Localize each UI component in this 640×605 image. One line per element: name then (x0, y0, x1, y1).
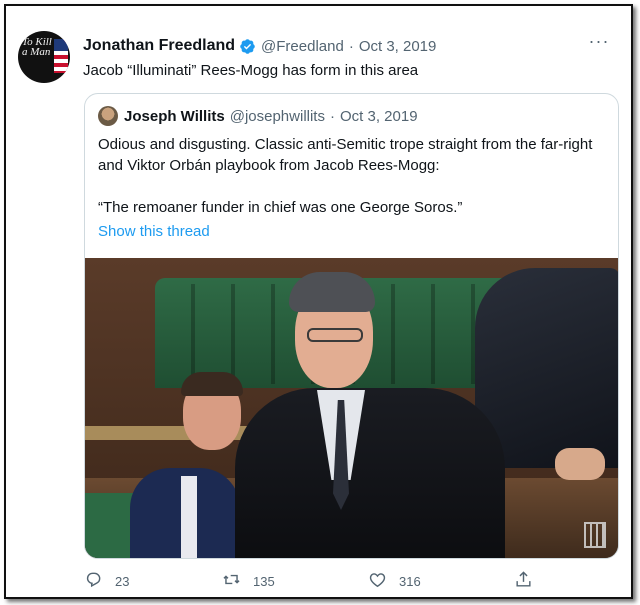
like-button[interactable]: 316 (368, 570, 421, 592)
retweet-count: 135 (253, 573, 275, 589)
quoted-tweet[interactable]: Joseph Willits @josephwillits · Oct 3, 2… (84, 93, 619, 559)
quote-text: Odious and disgusting. Classic anti-Semi… (98, 136, 593, 174)
share-icon (514, 570, 545, 592)
person-left-hair (181, 372, 243, 396)
separator-dot: · (329, 107, 335, 125)
speaker-body (235, 388, 505, 558)
author-name[interactable]: Jonathan Freedland (83, 37, 235, 55)
verified-badge-icon (239, 38, 256, 55)
quote-quoted-line: “The remoaner funder in chief was one Ge… (98, 199, 463, 216)
tweet-text: Jacob “Illuminati” Rees-Mogg has form in… (83, 62, 419, 79)
speaker-hair (289, 272, 375, 312)
retweet-button[interactable]: 135 (222, 570, 275, 592)
tweet-header: Jonathan Freedland @Freedland · Oct 3, 2… (83, 36, 436, 56)
share-button[interactable] (514, 570, 545, 592)
avatar-logo: To Kill a Man (22, 36, 52, 58)
quote-author-avatar[interactable] (98, 106, 118, 126)
person-right-hand (555, 448, 605, 480)
tweet-actions: 23 135 316 (84, 570, 619, 594)
separator-dot: · (348, 37, 354, 55)
reply-button[interactable]: 23 (84, 570, 129, 592)
show-thread-link[interactable]: Show this thread (98, 223, 210, 240)
portcullis-icon (584, 522, 606, 548)
flag-icon (54, 39, 68, 73)
person-left-shirt (181, 476, 197, 558)
like-icon (368, 570, 399, 592)
more-dots-icon[interactable]: ··· (587, 32, 611, 54)
quote-date[interactable]: Oct 3, 2019 (340, 108, 418, 125)
reply-count: 23 (115, 573, 130, 589)
quote-header: Joseph Willits @josephwillits · Oct 3, 2… (98, 106, 418, 126)
speaker-glasses (307, 328, 363, 342)
author-handle[interactable]: @Freedland (261, 38, 344, 55)
retweet-icon (222, 570, 253, 592)
tweet-card: To Kill a Man Jonathan Freedland @Freedl… (4, 4, 633, 599)
tweet-date[interactable]: Oct 3, 2019 (359, 38, 437, 55)
author-avatar[interactable]: To Kill a Man (18, 31, 70, 83)
quote-author-handle[interactable]: @josephwillits (230, 108, 325, 125)
quote-author-name[interactable]: Joseph Willits (124, 108, 225, 125)
quote-photo[interactable] (85, 258, 618, 558)
reply-icon (84, 570, 115, 592)
like-count: 316 (399, 573, 421, 589)
